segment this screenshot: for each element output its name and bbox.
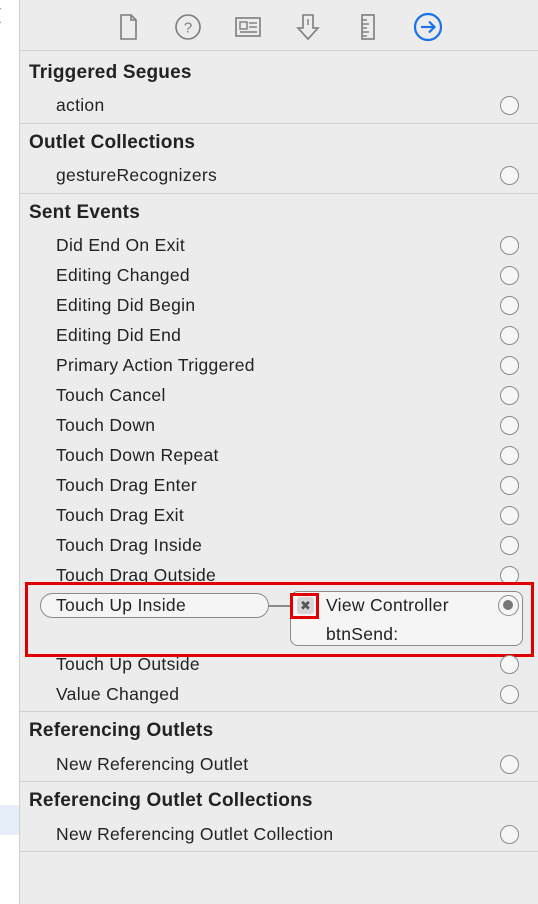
- connection-circle[interactable]: [500, 326, 519, 345]
- file-inspector-icon[interactable]: [113, 12, 143, 42]
- quick-help-icon[interactable]: ?: [173, 12, 203, 42]
- svg-text:?: ?: [184, 20, 192, 37]
- connection-circle[interactable]: [500, 166, 519, 185]
- attributes-inspector-icon[interactable]: [293, 12, 323, 42]
- connection-circle[interactable]: [500, 96, 519, 115]
- event-row-label: Touch Drag Exit: [56, 505, 185, 525]
- annotation-highlight-box: [25, 582, 534, 657]
- connection-circle[interactable]: [500, 506, 519, 525]
- event-row-label: Primary Action Triggered: [56, 355, 255, 375]
- connection-circle[interactable]: [500, 655, 519, 674]
- section-divider: [20, 123, 538, 124]
- section-title-referencing-outlet-collections: Referencing Outlet Collections: [29, 790, 313, 811]
- section-divider: [20, 711, 538, 712]
- event-row-label: Did End On Exit: [56, 235, 185, 255]
- left-pane-selection: [0, 805, 19, 835]
- connection-circle[interactable]: [500, 536, 519, 555]
- connections-inspector-icon[interactable]: [413, 12, 443, 42]
- inspector-toolbar: ?: [20, 0, 538, 51]
- connection-circle[interactable]: [500, 236, 519, 255]
- event-row-label: Touch Cancel: [56, 385, 166, 405]
- section-divider: [20, 193, 538, 194]
- row-label-action: action: [56, 95, 105, 115]
- section-divider: [20, 781, 538, 782]
- connection-circle[interactable]: [500, 356, 519, 375]
- section-title-sent-events: Sent Events: [29, 202, 140, 223]
- event-row-label: Editing Changed: [56, 265, 190, 285]
- event-row-label: Value Changed: [56, 684, 180, 704]
- connection-circle[interactable]: [500, 755, 519, 774]
- connection-circle[interactable]: [500, 386, 519, 405]
- connection-circle[interactable]: [500, 446, 519, 465]
- event-row-label: Touch Drag Enter: [56, 475, 197, 495]
- connection-circle[interactable]: [500, 825, 519, 844]
- row-label-gesture-recognizers: gestureRecognizers: [56, 165, 218, 185]
- section-divider: [20, 851, 538, 852]
- row-label-new-referencing-outlet-collection: New Referencing Outlet Collection: [56, 824, 334, 844]
- section-title-outlet-collections: Outlet Collections: [29, 132, 196, 153]
- event-row-label: Touch Down Repeat: [56, 445, 219, 465]
- identity-inspector-icon[interactable]: [233, 12, 263, 42]
- event-row-label: Touch Up Outside: [56, 654, 200, 674]
- connection-circle[interactable]: [500, 685, 519, 704]
- connection-circle[interactable]: [500, 296, 519, 315]
- event-row-label: Editing Did End: [56, 325, 182, 345]
- connection-circle[interactable]: [500, 266, 519, 285]
- event-row-label: Editing Did Begin: [56, 295, 196, 315]
- left-pane-edge: [0, 0, 20, 904]
- event-row-label: Touch Down: [56, 415, 156, 435]
- chevron-left-icon: [0, 7, 9, 24]
- connection-circle[interactable]: [500, 476, 519, 495]
- size-inspector-icon[interactable]: [353, 12, 383, 42]
- section-title-triggered-segues: Triggered Segues: [29, 62, 192, 83]
- connection-circle[interactable]: [500, 416, 519, 435]
- row-label-new-referencing-outlet: New Referencing Outlet: [56, 754, 249, 774]
- section-title-referencing-outlets: Referencing Outlets: [29, 720, 214, 741]
- event-row-label: Touch Drag Inside: [56, 535, 203, 555]
